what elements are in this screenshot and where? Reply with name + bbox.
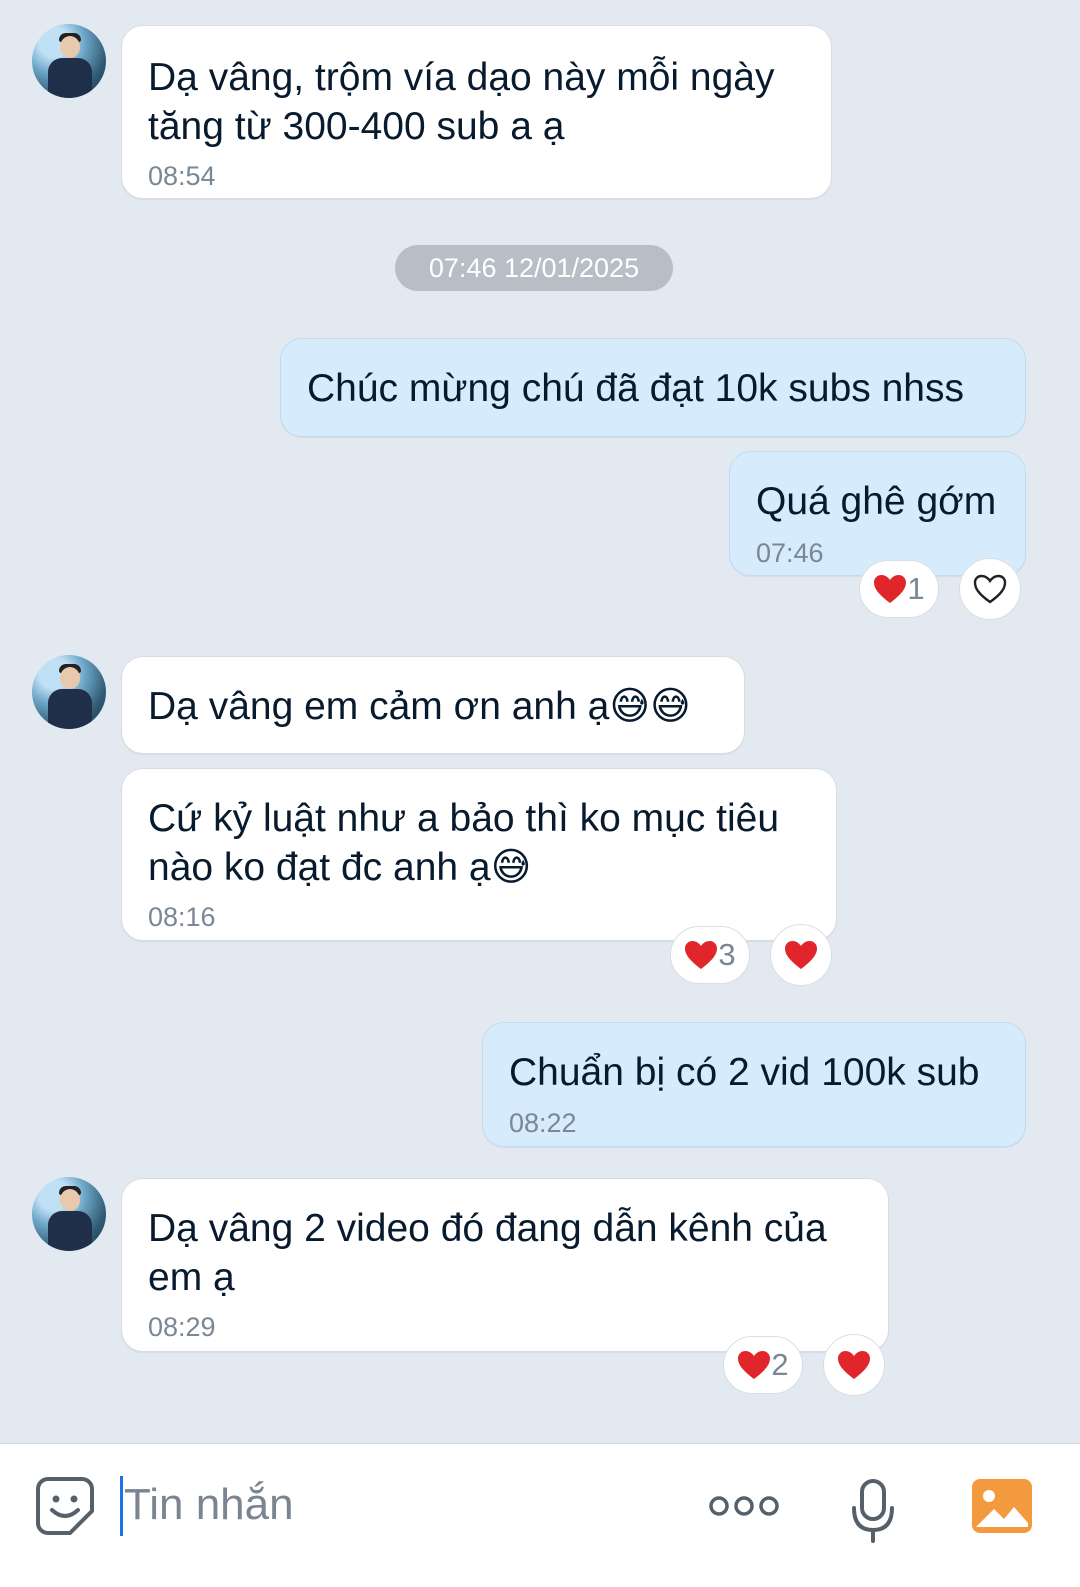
message-time: 08:54 xyxy=(148,161,216,191)
message-text: Dạ vâng em cảm ơn anh ạ😅😅 xyxy=(148,685,691,728)
react-button[interactable] xyxy=(770,924,832,986)
message-bubble-sent[interactable]: Chúc mừng chú đã đạt 10k subs nhss xyxy=(280,338,1026,437)
message-time: 07:46 xyxy=(756,538,824,568)
heart-icon xyxy=(785,941,817,969)
message-bubble-received[interactable]: Cứ kỷ luật như a bảo thì ko mục tiêu nào… xyxy=(121,768,837,941)
react-button[interactable] xyxy=(959,558,1021,620)
heart-icon xyxy=(738,1351,771,1379)
image-gallery-icon[interactable] xyxy=(970,1477,1034,1535)
reaction-summary[interactable]: 1 xyxy=(859,560,939,618)
message-bubble-sent[interactable]: Chuẩn bị có 2 vid 100k sub 08:22 xyxy=(482,1022,1026,1147)
message-text: Dạ vâng, trộm vía dạo này mỗi ngày tăng … xyxy=(148,56,775,148)
heart-icon xyxy=(874,575,907,603)
message-bubble-received[interactable]: Dạ vâng 2 video đó đang dẫn kênh của em … xyxy=(121,1178,889,1352)
message-input[interactable]: Tin nhắn xyxy=(124,1480,294,1530)
heart-icon xyxy=(685,941,718,969)
message-time: 08:29 xyxy=(148,1312,216,1342)
reaction-summary[interactable]: 2 xyxy=(723,1336,803,1394)
text-cursor xyxy=(120,1476,123,1536)
message-bubble-sent[interactable]: Quá ghê gớm 07:46 xyxy=(729,451,1026,576)
contact-avatar[interactable] xyxy=(32,24,106,98)
message-text: Quá ghê gớm xyxy=(756,480,997,523)
reaction-count: 1 xyxy=(907,571,925,606)
contact-avatar[interactable] xyxy=(32,655,106,729)
heart-icon xyxy=(838,1351,870,1379)
message-text: Chúc mừng chú đã đạt 10k subs nhss xyxy=(307,367,964,410)
composer-bar: Tin nhắn xyxy=(0,1443,1080,1587)
message-text: Chuẩn bị có 2 vid 100k sub xyxy=(509,1051,980,1094)
microphone-icon[interactable] xyxy=(850,1478,896,1544)
reaction-count: 2 xyxy=(771,1347,789,1382)
react-button[interactable] xyxy=(823,1334,885,1396)
sticker-face-icon[interactable] xyxy=(34,1475,96,1537)
heart-outline-icon xyxy=(973,574,1007,604)
reaction-count: 3 xyxy=(718,937,736,972)
message-time: 08:16 xyxy=(148,902,216,932)
message-text: Dạ vâng 2 video đó đang dẫn kênh của em … xyxy=(148,1207,827,1299)
contact-avatar[interactable] xyxy=(32,1177,106,1251)
message-text: Cứ kỷ luật như a bảo thì ko mục tiêu nào… xyxy=(148,797,780,889)
message-time: 08:22 xyxy=(509,1108,577,1138)
message-bubble-received[interactable]: Dạ vâng, trộm vía dạo này mỗi ngày tăng … xyxy=(121,25,832,199)
reaction-summary[interactable]: 3 xyxy=(670,926,750,984)
message-bubble-received[interactable]: Dạ vâng em cảm ơn anh ạ😅😅 xyxy=(121,656,745,754)
date-separator: 07:46 12/01/2025 xyxy=(395,245,673,291)
more-dots-icon[interactable] xyxy=(708,1494,780,1518)
